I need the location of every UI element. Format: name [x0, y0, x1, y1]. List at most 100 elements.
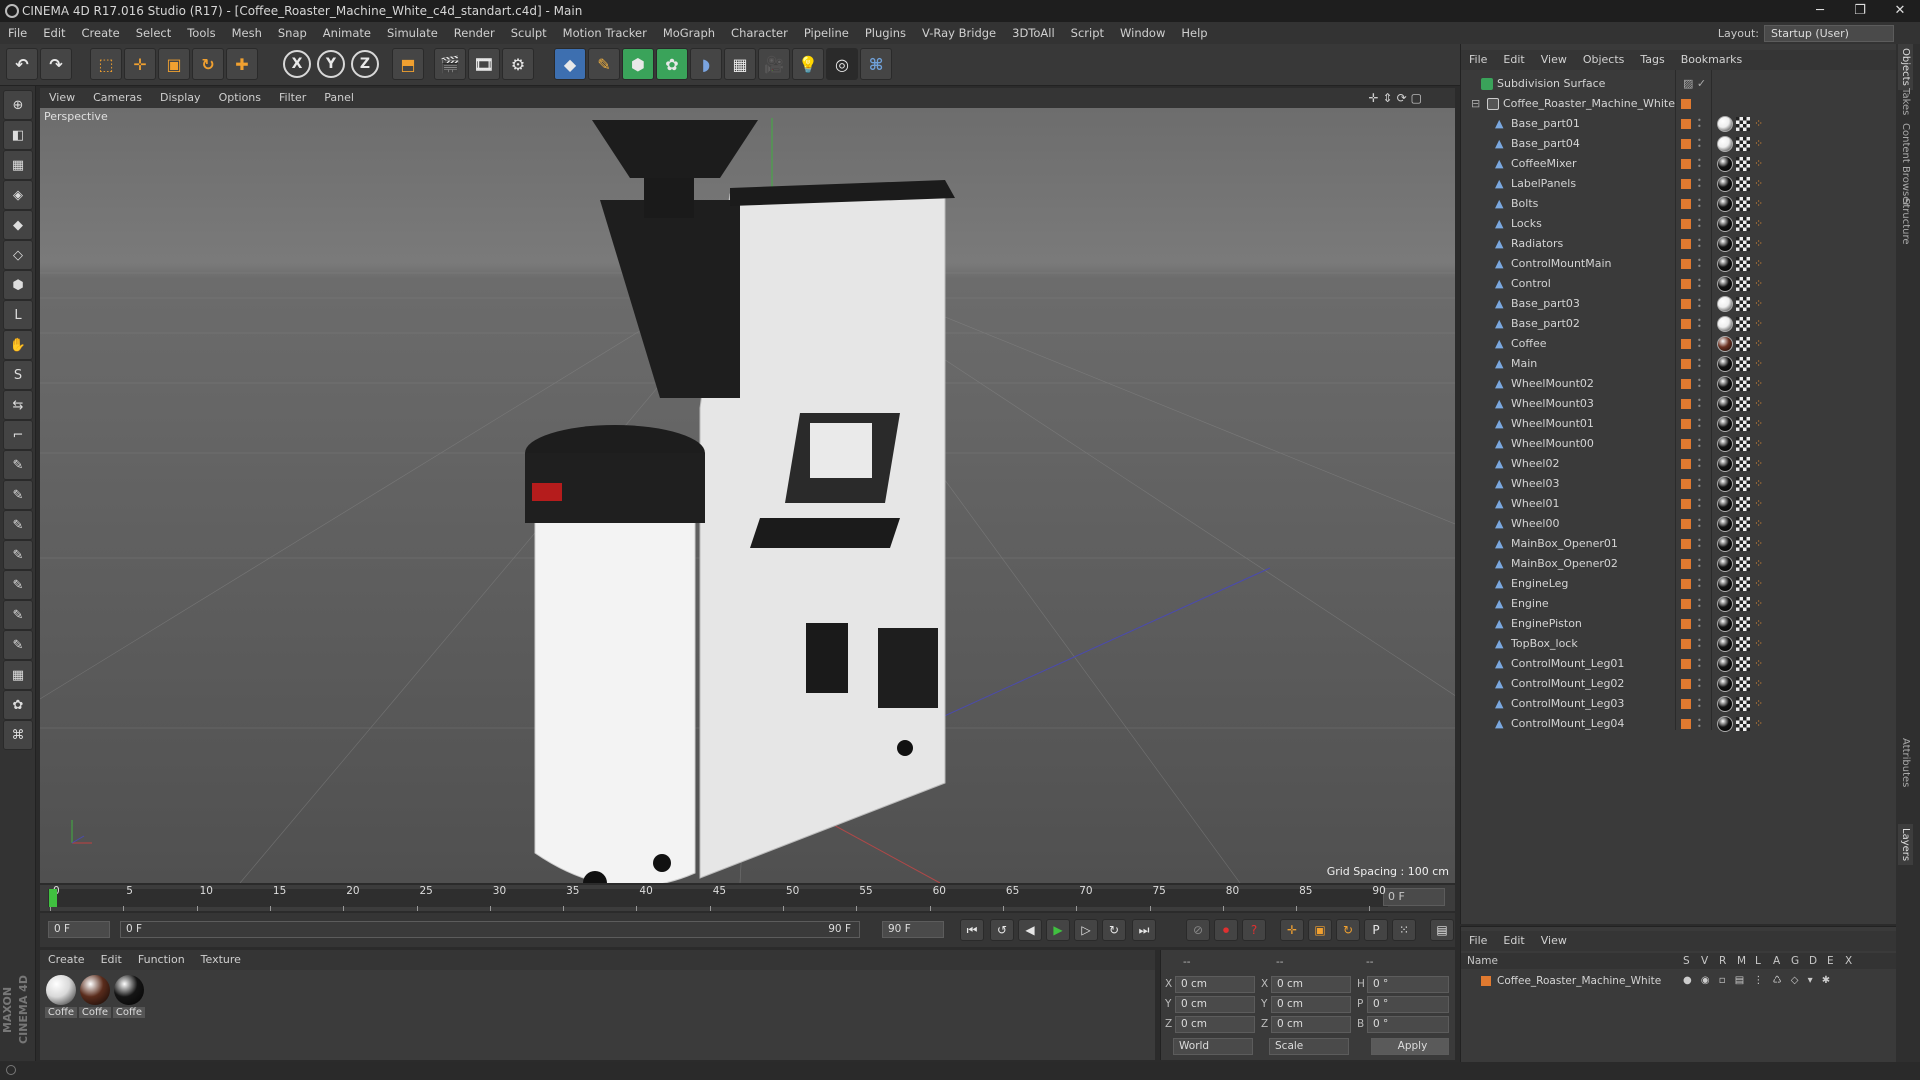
- object-row[interactable]: ▲ Base_part04 • • ⁘: [1461, 134, 1897, 154]
- layer-color-icon[interactable]: [1681, 279, 1691, 289]
- x-axis-button[interactable]: X: [283, 50, 311, 78]
- object-row[interactable]: ▲ EnginePiston • • ⁘: [1461, 614, 1897, 634]
- minimize-button[interactable]: ─: [1800, 0, 1840, 22]
- object-row[interactable]: ▲ Base_part02 • • ⁘: [1461, 314, 1897, 334]
- phong-tag-icon[interactable]: ⁘: [1754, 577, 1767, 590]
- material-tag-icon[interactable]: [1717, 696, 1733, 712]
- coordinate-system-icon[interactable]: ⬒: [392, 48, 424, 80]
- layout-dropdown[interactable]: Startup (User): [1764, 25, 1894, 42]
- object-row[interactable]: ▲ EngineLeg • • ⁘: [1461, 574, 1897, 594]
- material-tag-icon[interactable]: [1717, 136, 1733, 152]
- layer-color-icon[interactable]: [1681, 579, 1691, 589]
- material-tag-icon[interactable]: [1717, 156, 1733, 172]
- visibility-dots-icon[interactable]: • •: [1697, 517, 1702, 531]
- object-row[interactable]: ▲ Base_part01 • • ⁘: [1461, 114, 1897, 134]
- phong-tag-icon[interactable]: ⁘: [1754, 117, 1767, 130]
- deformer-icon[interactable]: ✿: [3, 690, 33, 720]
- object-row[interactable]: ▲ WheelMount01 • • ⁘: [1461, 414, 1897, 434]
- tweak-mode-icon[interactable]: ✋: [3, 330, 33, 360]
- visibility-dots-icon[interactable]: • •: [1697, 337, 1702, 351]
- visibility-dots-icon[interactable]: • •: [1697, 397, 1702, 411]
- texture-tag-icon[interactable]: [1736, 477, 1750, 491]
- material-tag-icon[interactable]: [1717, 376, 1733, 392]
- menu-help[interactable]: Help: [1173, 22, 1215, 44]
- undo-button[interactable]: ↶: [6, 48, 38, 80]
- object-row[interactable]: ▲ ControlMount_Leg01 • • ⁘: [1461, 654, 1897, 674]
- material-menu-create[interactable]: Create: [40, 950, 93, 970]
- move-tool-icon[interactable]: ✛: [124, 48, 156, 80]
- layer-color-icon[interactable]: [1681, 479, 1691, 489]
- object-row[interactable]: ▲ WheelMount02 • • ⁘: [1461, 374, 1897, 394]
- apply-button[interactable]: Apply: [1371, 1038, 1449, 1055]
- visibility-dots-icon[interactable]: • •: [1697, 217, 1702, 231]
- deformer-icon[interactable]: ◗: [690, 48, 722, 80]
- phong-tag-icon[interactable]: ⁘: [1754, 137, 1767, 150]
- phong-tag-icon[interactable]: ⁘: [1754, 157, 1767, 170]
- object-row[interactable]: ▲ WheelMount00 • • ⁘: [1461, 434, 1897, 454]
- rotation-field[interactable]: 0 °: [1367, 976, 1449, 993]
- material-tag-icon[interactable]: [1717, 396, 1733, 412]
- visibility-dots-icon[interactable]: • •: [1697, 537, 1702, 551]
- right-tab-takes[interactable]: Takes: [1898, 84, 1913, 119]
- material-tag-icon[interactable]: [1717, 416, 1733, 432]
- menu-edit[interactable]: Edit: [35, 22, 73, 44]
- menu-select[interactable]: Select: [128, 22, 179, 44]
- timeline-window-icon[interactable]: ▤: [1430, 919, 1454, 941]
- brush-icon[interactable]: ⌐: [3, 420, 33, 450]
- menu-file[interactable]: File: [0, 22, 35, 44]
- material-tag-icon[interactable]: [1717, 516, 1733, 532]
- material-tag-icon[interactable]: [1717, 636, 1733, 652]
- phong-tag-icon[interactable]: ⁘: [1754, 457, 1767, 470]
- visibility-dots-icon[interactable]: • •: [1697, 697, 1702, 711]
- visibility-dots-icon[interactable]: • •: [1697, 497, 1702, 511]
- object-menu-file[interactable]: File: [1461, 50, 1495, 70]
- make-editable-icon[interactable]: ⊕: [3, 90, 33, 120]
- texture-tag-icon[interactable]: [1736, 497, 1750, 511]
- object-row[interactable]: ▲ Control • • ⁘: [1461, 274, 1897, 294]
- phong-tag-icon[interactable]: ⁘: [1754, 617, 1767, 630]
- visibility-dots-icon[interactable]: • •: [1697, 617, 1702, 631]
- object-menu-tags[interactable]: Tags: [1632, 50, 1672, 70]
- texture-tag-icon[interactable]: [1736, 237, 1750, 251]
- phong-tag-icon[interactable]: ⁘: [1754, 517, 1767, 530]
- recent-tool-icon[interactable]: ✚: [226, 48, 258, 80]
- visibility-dots-icon[interactable]: • •: [1697, 377, 1702, 391]
- restore-button[interactable]: ❐: [1840, 0, 1880, 22]
- visibility-dots-icon[interactable]: • •: [1697, 677, 1702, 691]
- visibility-dots-icon[interactable]: • •: [1697, 237, 1702, 251]
- texture-tag-icon[interactable]: [1736, 437, 1750, 451]
- object-row[interactable]: ▲ Engine • • ⁘: [1461, 594, 1897, 614]
- layer-color-icon[interactable]: [1681, 719, 1691, 729]
- render-view-icon[interactable]: 🎬: [434, 48, 466, 80]
- key-pla-icon[interactable]: ⁙: [1392, 919, 1416, 941]
- layer-color-icon[interactable]: [1681, 319, 1691, 329]
- material-tag-icon[interactable]: [1717, 316, 1733, 332]
- pinch-brush-icon[interactable]: ✎: [3, 600, 33, 630]
- camera-icon[interactable]: 🎥: [758, 48, 790, 80]
- texture-mode-icon[interactable]: ▦: [3, 150, 33, 180]
- texture-tag-icon[interactable]: [1736, 717, 1750, 731]
- phong-tag-icon[interactable]: ⁘: [1754, 637, 1767, 650]
- material-menu-edit[interactable]: Edit: [93, 950, 130, 970]
- next-frame-button[interactable]: ▷: [1074, 919, 1098, 941]
- object-menu-edit[interactable]: Edit: [1495, 50, 1532, 70]
- phong-tag-icon[interactable]: ⁘: [1754, 357, 1767, 370]
- visibility-dots-icon[interactable]: • •: [1697, 357, 1702, 371]
- material-tag-icon[interactable]: [1717, 296, 1733, 312]
- phong-tag-icon[interactable]: ⁘: [1754, 217, 1767, 230]
- object-row[interactable]: ▲ MainBox_Opener01 • • ⁘: [1461, 534, 1897, 554]
- playhead-marker[interactable]: [49, 889, 57, 907]
- material-tag-icon[interactable]: [1717, 276, 1733, 292]
- visibility-dots-icon[interactable]: • •: [1697, 637, 1702, 651]
- size-field[interactable]: 0 cm: [1271, 976, 1351, 993]
- layers-menu-view[interactable]: View: [1533, 931, 1575, 951]
- viewport-menu-cameras[interactable]: Cameras: [84, 88, 151, 108]
- snap-icon[interactable]: S: [3, 360, 33, 390]
- layer-color-icon[interactable]: [1681, 339, 1691, 349]
- object-row[interactable]: ▲ Wheel02 • • ⁘: [1461, 454, 1897, 474]
- material-tag-icon[interactable]: [1717, 356, 1733, 372]
- smooth-brush-icon[interactable]: ✎: [3, 480, 33, 510]
- object-row[interactable]: ▲ CoffeeMixer • • ⁘: [1461, 154, 1897, 174]
- layer-color-icon[interactable]: [1681, 179, 1691, 189]
- material-tag-icon[interactable]: [1717, 476, 1733, 492]
